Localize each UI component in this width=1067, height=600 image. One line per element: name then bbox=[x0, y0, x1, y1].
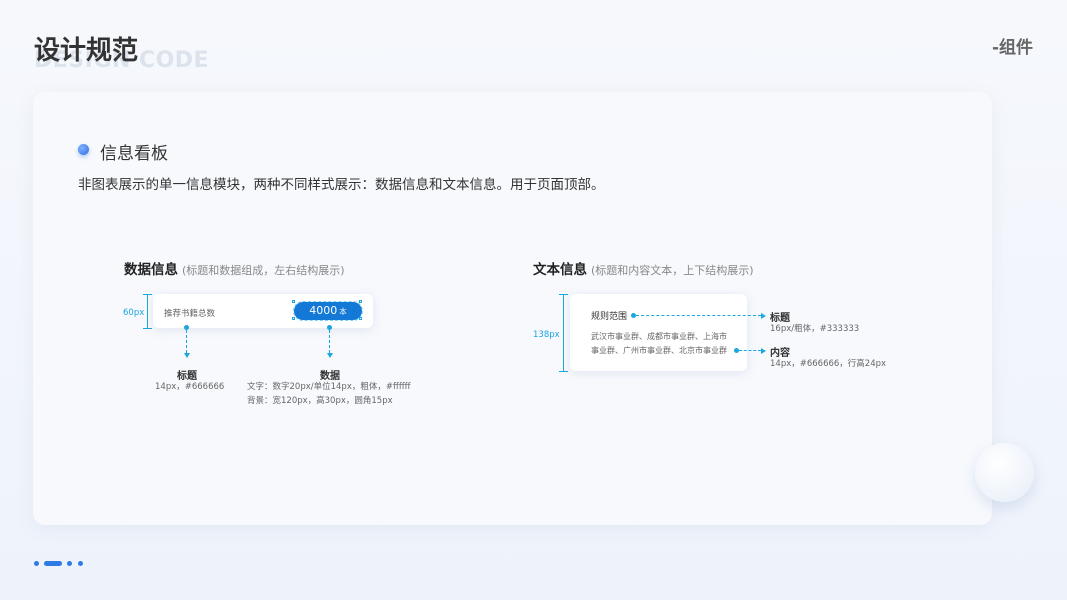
section-tag: -组件 bbox=[991, 38, 1033, 58]
measure-line bbox=[563, 294, 564, 371]
text-title-anno-spec: 16px/粗体，#333333 bbox=[770, 324, 860, 334]
text-info-card: 规则范围 武汉市事业群、成都市事业群、上海市事业群、广州市事业群、北京市事业群 bbox=[570, 294, 747, 371]
page-title-block: DESIGN CODE 设计规范 bbox=[34, 30, 334, 80]
arrow-right-icon bbox=[761, 313, 766, 319]
value-number: 4000 bbox=[309, 304, 338, 317]
bullet-dot-icon bbox=[78, 144, 89, 155]
data-info-note: (标题和数据组成，左右结构展示) bbox=[182, 264, 345, 277]
selection-handle bbox=[359, 300, 362, 303]
leader-line bbox=[186, 330, 187, 353]
leader-line bbox=[636, 315, 761, 316]
text-info-title: 文本信息 bbox=[533, 262, 587, 278]
text-info-note: (标题和内容文本，上下结构展示) bbox=[591, 264, 754, 277]
section-heading: 信息看板 bbox=[100, 144, 168, 164]
text-height-label: 138px bbox=[533, 330, 560, 340]
pager-dot[interactable] bbox=[78, 561, 83, 566]
data-info-heading: 数据信息 (标题和数据组成，左右结构展示) bbox=[124, 258, 345, 278]
data-value-anno-bg-spec: 背景：宽120px，高30px，圆角15px bbox=[247, 396, 393, 406]
value-unit: 本 bbox=[339, 307, 347, 316]
value-pill: 4000 本 bbox=[294, 302, 362, 320]
selection-handle bbox=[292, 317, 295, 320]
text-info-heading: 文本信息 (标题和内容文本，上下结构展示) bbox=[533, 258, 754, 278]
data-height-label: 60px bbox=[123, 308, 145, 318]
arrow-down-icon bbox=[327, 353, 333, 358]
text-content-anno-spec: 14px，#666666，行高24px bbox=[770, 359, 887, 369]
text-card-body: 武汉市事业群、成都市事业群、上海市事业群、广州市事业群、北京市事业群 bbox=[591, 332, 727, 355]
pager-dot-active[interactable] bbox=[44, 561, 62, 566]
data-value-anno-text-spec: 文字：数字20px/单位14px，粗体，#ffffff bbox=[247, 382, 411, 392]
selection-handle bbox=[359, 317, 362, 320]
selection-handle bbox=[292, 300, 295, 303]
leader-line bbox=[329, 330, 330, 353]
decorative-circle bbox=[975, 443, 1034, 502]
data-card-label: 推荐书籍总数 bbox=[164, 309, 216, 319]
measure-line bbox=[147, 294, 148, 328]
leader-line bbox=[739, 350, 761, 351]
text-card-title: 规则范围 bbox=[591, 312, 628, 322]
pager-dot[interactable] bbox=[67, 561, 72, 566]
arrow-right-icon bbox=[761, 348, 766, 354]
page-title: 设计规范 bbox=[34, 36, 139, 66]
measure-cap-bottom bbox=[143, 328, 152, 329]
section-description: 非图表展示的单一信息模块，两种不同样式展示：数据信息和文本信息。用于页面顶部。 bbox=[78, 177, 605, 193]
arrow-down-icon bbox=[184, 353, 190, 358]
data-title-anno-spec: 14px，#666666 bbox=[155, 382, 225, 392]
data-info-card: 推荐书籍总数 4000 本 bbox=[153, 294, 373, 328]
measure-cap-bottom bbox=[559, 371, 568, 372]
pager-dot[interactable] bbox=[34, 561, 39, 566]
data-info-title: 数据信息 bbox=[124, 262, 178, 278]
